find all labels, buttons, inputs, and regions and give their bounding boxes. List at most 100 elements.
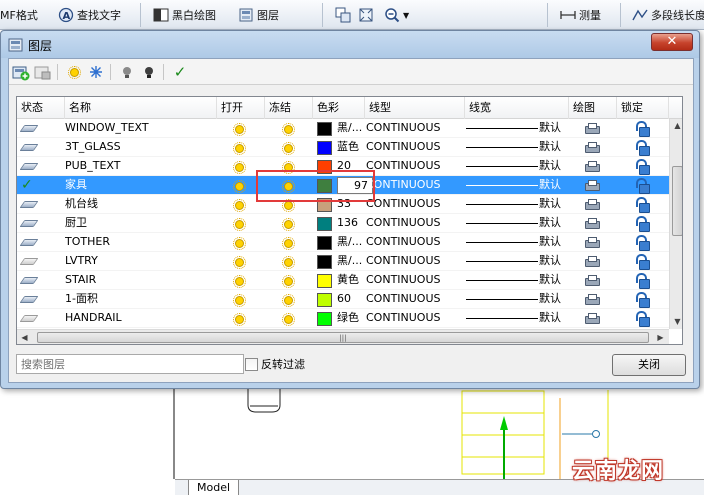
layer-on-bulb-icon[interactable]: [233, 294, 246, 307]
layer-on-bulb-icon[interactable]: [233, 313, 246, 326]
printer-icon[interactable]: [585, 294, 600, 305]
color-name[interactable]: 绿色: [337, 309, 363, 328]
layer-on-bulb-icon[interactable]: [233, 123, 246, 136]
col-color[interactable]: 色彩: [313, 97, 365, 119]
layer-name[interactable]: STAIR: [65, 271, 215, 290]
printer-icon[interactable]: [585, 237, 600, 248]
toolbar-bw-plot[interactable]: 黑白绘图: [153, 5, 216, 25]
scroll-up-icon[interactable]: ▲: [670, 119, 682, 133]
scroll-right-icon[interactable]: ▶: [653, 331, 668, 344]
col-on[interactable]: 打开: [217, 97, 265, 119]
linetype-value[interactable]: CONTINUOUS: [366, 195, 462, 214]
layer-thaw-sun-icon[interactable]: [282, 161, 295, 174]
layer-on-bulb-icon[interactable]: [233, 237, 246, 250]
layer-thaw-sun-icon[interactable]: [282, 180, 295, 193]
color-swatch[interactable]: [317, 274, 332, 288]
color-name[interactable]: 黄色: [337, 271, 363, 290]
dialog-title-bar[interactable]: 图层 ✕: [1, 31, 699, 58]
col-linetype[interactable]: 线型: [365, 97, 465, 119]
printer-icon[interactable]: [585, 199, 600, 210]
table-row[interactable]: PUB_TEXT 20 CONTINUOUS 默认: [17, 157, 669, 176]
layer-name[interactable]: 家具: [65, 176, 215, 195]
unlock-icon[interactable]: [635, 292, 650, 308]
unlock-icon[interactable]: [635, 159, 650, 175]
toolbar-polyline-length[interactable]: 多段线长度: [632, 5, 704, 25]
thaw-all-button[interactable]: [65, 63, 83, 81]
col-freeze[interactable]: 冻结: [265, 97, 313, 119]
close-icon[interactable]: ✕: [651, 33, 693, 51]
unlock-icon[interactable]: [635, 273, 650, 289]
invert-filter-checkbox[interactable]: [245, 357, 258, 371]
table-row[interactable]: 机台线 33 CONTINUOUS 默认: [17, 195, 669, 214]
linetype-value[interactable]: CONTINUOUS: [366, 252, 462, 271]
linetype-value[interactable]: CONTINUOUS: [366, 157, 462, 176]
unlock-icon[interactable]: [635, 121, 650, 137]
color-name[interactable]: 黑/...: [337, 252, 363, 271]
toolbar-mf-format[interactable]: MF格式: [0, 5, 38, 25]
vertical-scrollbar[interactable]: ▲ ▼: [669, 119, 682, 329]
color-swatch[interactable]: [317, 160, 332, 174]
printer-icon[interactable]: [585, 218, 600, 229]
printer-icon[interactable]: [585, 256, 600, 267]
linetype-value[interactable]: CONTINUOUS: [366, 309, 462, 328]
scroll-down-icon[interactable]: ▼: [670, 315, 682, 329]
color-name[interactable]: 60: [337, 290, 363, 309]
tab-model[interactable]: Model: [188, 480, 240, 495]
color-name[interactable]: 黑/...: [337, 233, 363, 252]
layer-thaw-sun-icon[interactable]: [282, 199, 295, 212]
color-swatch[interactable]: [317, 255, 332, 269]
col-lock[interactable]: 锁定: [617, 97, 669, 119]
linetype-value[interactable]: CONTINUOUS: [366, 138, 462, 157]
scroll-left-icon[interactable]: ◀: [17, 331, 32, 344]
layer-on-bulb-icon[interactable]: [233, 199, 246, 212]
col-name[interactable]: 名称: [65, 97, 217, 119]
invert-filter-option[interactable]: 反转过滤: [245, 356, 305, 372]
layer-off-button[interactable]: [118, 63, 136, 81]
linetype-value[interactable]: CONTINUOUS: [366, 290, 462, 309]
printer-icon[interactable]: [585, 123, 600, 134]
color-name[interactable]: 33: [337, 195, 363, 214]
table-row[interactable]: 3T_GLASS 蓝色 CONTINUOUS 默认: [17, 138, 669, 157]
layer-name[interactable]: 3T_GLASS: [65, 138, 215, 157]
linetype-value[interactable]: CONTINUOUS: [366, 119, 462, 138]
lineweight-value[interactable]: 默认: [539, 119, 569, 138]
horizontal-scrollbar[interactable]: ◀ ||| ▶: [17, 329, 669, 344]
col-status[interactable]: 状态: [17, 97, 65, 119]
set-current-button[interactable]: ✓: [171, 63, 189, 81]
layer-thaw-sun-icon[interactable]: [282, 256, 295, 269]
color-name[interactable]: 20: [337, 157, 363, 176]
unlock-icon[interactable]: [635, 235, 650, 251]
layer-thaw-sun-icon[interactable]: [282, 237, 295, 250]
layer-name[interactable]: 机台线: [65, 195, 215, 214]
printer-icon[interactable]: [585, 180, 600, 191]
col-lineweight[interactable]: 线宽: [465, 97, 569, 119]
unlock-icon[interactable]: [635, 140, 650, 156]
toolbar-zoom-dropdown[interactable]: ▼: [384, 5, 409, 25]
layer-thaw-sun-icon[interactable]: [282, 275, 295, 288]
linetype-value[interactable]: CONTINUOUS: [366, 214, 462, 233]
lineweight-value[interactable]: 默认: [539, 309, 569, 328]
linetype-value[interactable]: CONTINUOUS: [366, 233, 462, 252]
layer-on-bulb-icon[interactable]: [233, 180, 246, 193]
scroll-thumb[interactable]: |||: [37, 332, 649, 343]
layer-table[interactable]: 状态 名称 打开 冻结 色彩 线型 线宽 绘图 锁定 WINDOW_TEXT 黑/…: [16, 96, 683, 345]
color-swatch[interactable]: [317, 122, 332, 136]
lineweight-value[interactable]: 默认: [539, 214, 569, 233]
layer-on-bulb-icon[interactable]: [233, 218, 246, 231]
layer-name[interactable]: PUB_TEXT: [65, 157, 215, 176]
color-swatch[interactable]: [317, 236, 332, 250]
printer-icon[interactable]: [585, 142, 600, 153]
toolbar-layers[interactable]: 图层: [238, 5, 279, 25]
layer-thaw-sun-icon[interactable]: [282, 313, 295, 326]
unlock-icon[interactable]: [635, 216, 650, 232]
layer-on-button[interactable]: [140, 63, 158, 81]
layer-name[interactable]: HANDRAIL: [65, 309, 215, 328]
layer-on-bulb-icon[interactable]: [233, 142, 246, 155]
lineweight-value[interactable]: 默认: [539, 233, 569, 252]
color-swatch[interactable]: [317, 141, 332, 155]
table-row[interactable]: HANDRAIL 绿色 CONTINUOUS 默认: [17, 309, 669, 328]
toolbar-zoom-extents[interactable]: [358, 5, 374, 25]
printer-icon[interactable]: [585, 275, 600, 286]
layer-thaw-sun-icon[interactable]: [282, 218, 295, 231]
layer-thaw-sun-icon[interactable]: [282, 142, 295, 155]
